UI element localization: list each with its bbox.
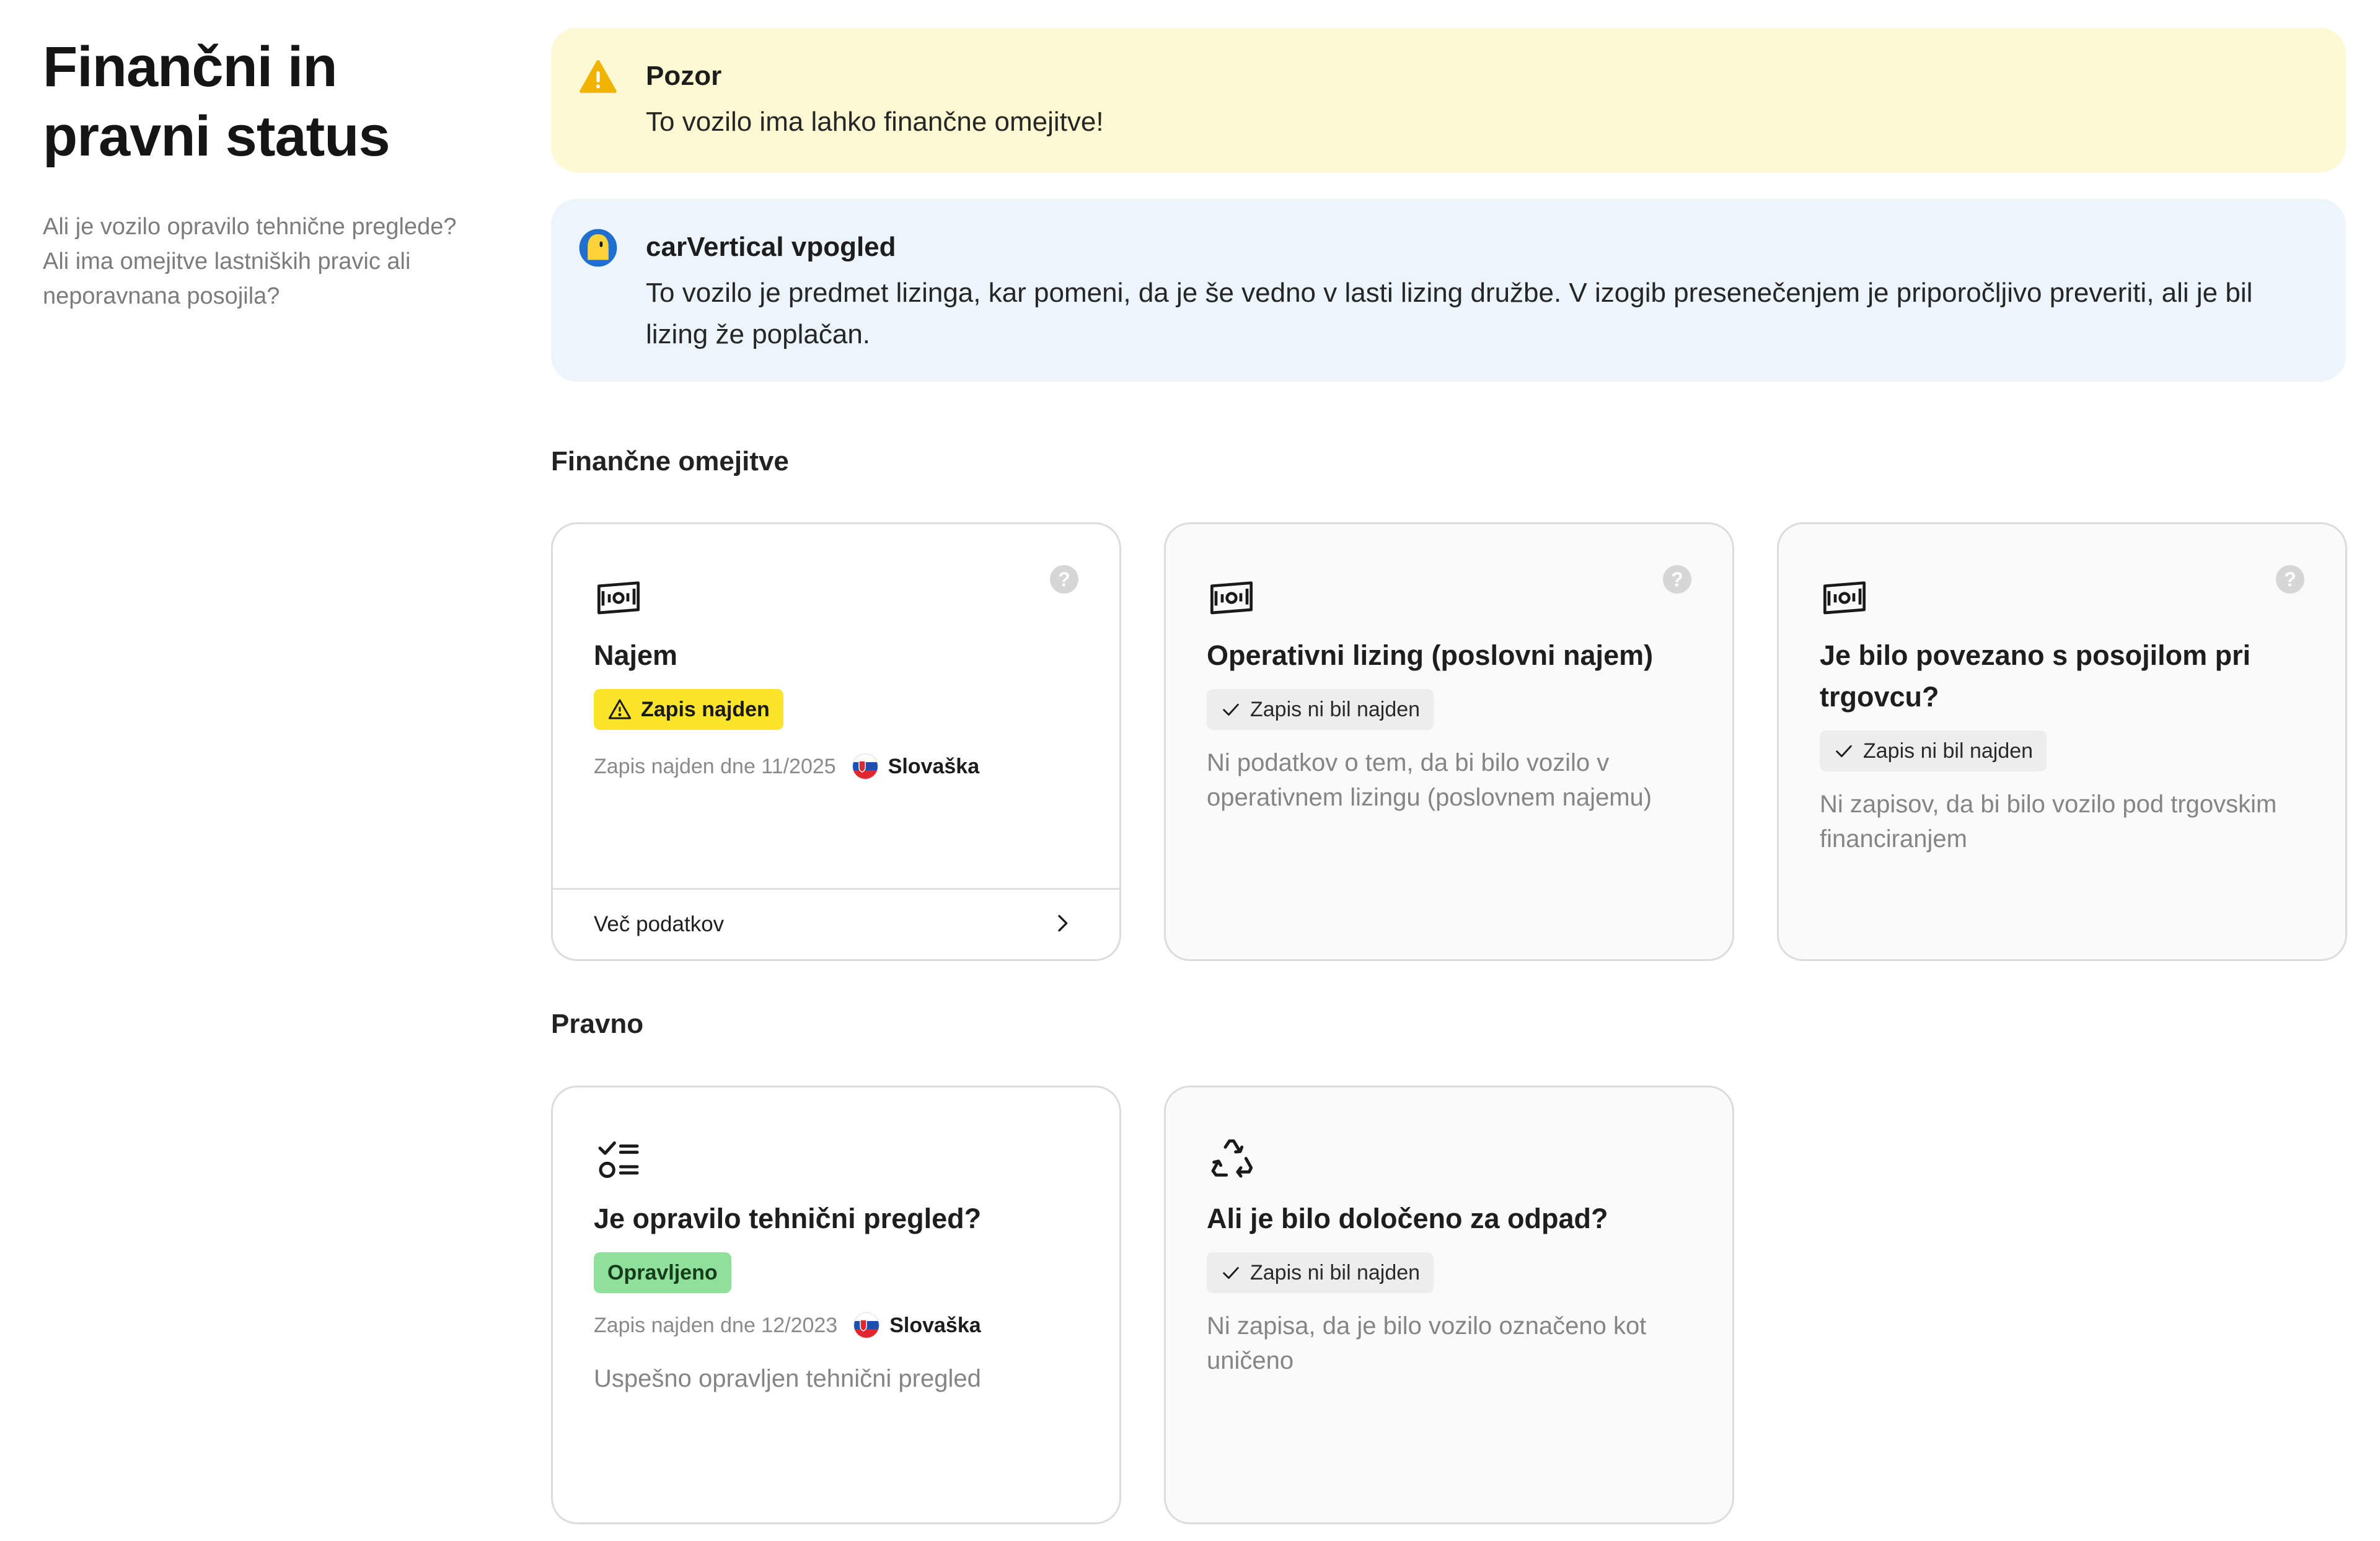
slovakia-flag-icon — [853, 1312, 880, 1338]
card-dealer-loan: ? Je bilo povezano s posojilom pri trgov… — [1777, 522, 2347, 961]
insight-text: To vozilo je predmet lizinga, kar pomeni… — [646, 278, 2253, 349]
section-title-financial: Finančne omejitve — [551, 446, 789, 476]
carvertical-logo-icon — [579, 229, 617, 267]
status-badge-label: Opravljeno — [607, 1261, 718, 1284]
check-icon — [1223, 703, 1239, 716]
record-meta: Zapis najden dne 12/2023 Slovaška — [594, 1312, 981, 1338]
help-icon[interactable]: ? — [1050, 565, 1078, 594]
status-badge: Opravljeno — [594, 1252, 731, 1293]
status-badge-label: Zapis ni bil najden — [1250, 698, 1421, 721]
insight-title: carVertical vpogled — [646, 232, 896, 262]
help-icon[interactable]: ? — [1663, 565, 1691, 594]
warning-icon — [580, 59, 617, 93]
record-date: Zapis najden dne 11/2025 — [594, 754, 836, 778]
check-icon — [1223, 1267, 1239, 1279]
warning-title: Pozor — [646, 61, 722, 91]
status-badge: Zapis ni bil najden — [1820, 731, 2047, 771]
card-description: Uspešno opravljen tehnični pregled — [594, 1365, 981, 1392]
card-title: Ali je bilo določeno za odpad? — [1207, 1203, 1608, 1234]
status-badge-label: Zapis ni bil najden — [1250, 1261, 1421, 1284]
help-icon[interactable]: ? — [2276, 565, 2304, 594]
card-operational-lease: ? Operativni lizing (poslovni najem) Zap… — [1164, 522, 1734, 961]
page-title-line2: pravni status — [43, 105, 390, 168]
insight-alert: carVertical vpogled To vozilo je predmet… — [551, 199, 2346, 382]
record-date: Zapis najden dne 12/2023 — [594, 1313, 838, 1337]
sidebar: Finančni in pravni status Ali je vozilo … — [43, 32, 470, 314]
card-title: Je bilo povezano s posojilom pri trgovcu… — [1820, 639, 2251, 713]
warning-text: To vozilo ima lahko finančne omejitve! — [646, 107, 1104, 137]
status-badge: Zapis ni bil najden — [1207, 1252, 1434, 1293]
status-badge: Zapis ni bil najden — [1207, 689, 1434, 730]
check-icon — [1836, 745, 1852, 757]
chevron-right-icon — [1058, 915, 1068, 932]
banknote-icon — [597, 581, 640, 615]
section-description: Ali je vozilo opravilo tehnične preglede… — [43, 214, 457, 309]
card-scrapped: Ali je bilo določeno za odpad? Zapis ni … — [1164, 1086, 1734, 1524]
warning-icon — [608, 699, 632, 719]
main-content: Pozor To vozilo ima lahko finančne omeji… — [551, 28, 2346, 382]
page-title: Finančni in pravni status — [43, 32, 470, 171]
card-description: Ni zapisa, da je bilo vozilo označeno ko… — [1207, 1312, 1647, 1374]
card-description: Ni podatkov o tem, da bi bilo vozilo v o… — [1207, 749, 1652, 811]
record-country: Slovaška — [888, 754, 980, 778]
card-description: Ni zapisov, da bi bilo vozilo pod trgovs… — [1820, 791, 2277, 853]
card-lease: ? Najem Zapis najden Zapis najden dne 11… — [551, 522, 1121, 961]
page-title-line1: Finančni in — [43, 35, 338, 99]
checklist-icon — [598, 1141, 639, 1179]
more-details-label: Več podatkov — [594, 912, 725, 936]
banknote-icon — [1210, 581, 1253, 615]
card-technical-inspection: Je opravilo tehnični pregled? Opravljeno… — [551, 1086, 1121, 1524]
warning-alert: Pozor To vozilo ima lahko finančne omeji… — [551, 28, 2346, 172]
banknote-icon — [1823, 581, 1866, 615]
recycle-icon — [1211, 1139, 1253, 1178]
card-title: Najem — [594, 639, 678, 671]
card-title: Operativni lizing (poslovni najem) — [1207, 639, 1654, 671]
status-badge-label: Zapis najden — [641, 698, 770, 721]
status-badge: Zapis najden — [594, 689, 783, 730]
card-title: Je opravilo tehnični pregled? — [594, 1203, 982, 1234]
section-title-legal: Pravno — [551, 1009, 644, 1039]
record-country: Slovaška — [889, 1313, 981, 1337]
status-badge-label: Zapis ni bil najden — [1863, 739, 2034, 763]
slovakia-flag-icon — [852, 753, 878, 779]
record-meta: Zapis najden dne 11/2025 Slovaška — [594, 753, 979, 779]
more-details-link[interactable]: Več podatkov — [553, 888, 1119, 959]
